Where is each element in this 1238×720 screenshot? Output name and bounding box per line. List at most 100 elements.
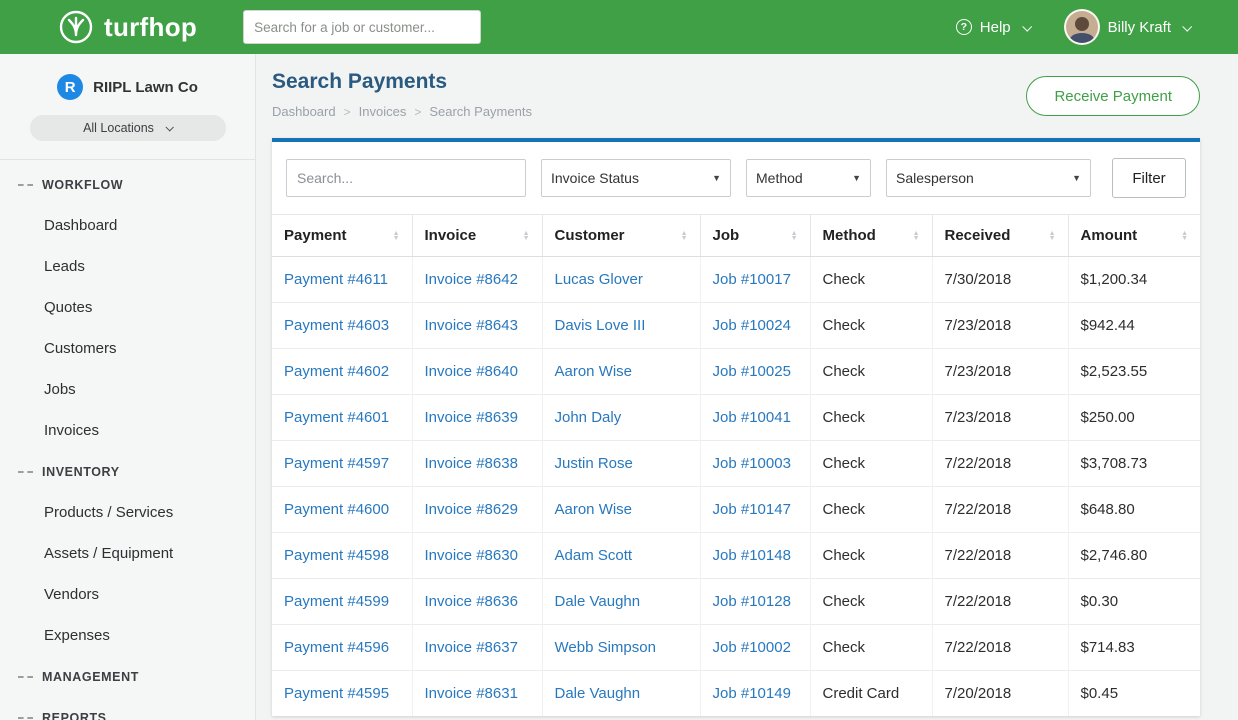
location-selector[interactable]: All Locations — [30, 115, 226, 141]
customer-link[interactable]: Aaron Wise — [555, 501, 633, 518]
payment-link[interactable]: Payment #4611 — [284, 271, 388, 288]
invoice-link[interactable]: Invoice #8638 — [425, 455, 518, 472]
column-header-invoice[interactable]: Invoice▲▼ — [412, 215, 542, 257]
company-logo: R — [57, 74, 83, 100]
column-header-payment[interactable]: Payment▲▼ — [272, 215, 412, 257]
customer-link[interactable]: Webb Simpson — [555, 639, 656, 656]
cell-method: Credit Card — [810, 671, 932, 717]
job-link[interactable]: Job #10128 — [713, 593, 791, 610]
topbar: turfhop ? Help Billy Kraft — [0, 0, 1238, 54]
job-link[interactable]: Job #10002 — [713, 639, 791, 656]
sidebar-item-invoices[interactable]: Invoices — [0, 410, 255, 451]
sidebar-item-jobs[interactable]: Jobs — [0, 369, 255, 410]
customer-link[interactable]: John Daly — [555, 409, 622, 426]
payment-link[interactable]: Payment #4595 — [284, 685, 389, 702]
sidebar-item-products-services[interactable]: Products / Services — [0, 492, 255, 533]
customer-link[interactable]: Justin Rose — [555, 455, 633, 472]
breadcrumb-item[interactable]: Dashboard — [272, 104, 336, 119]
user-name: Billy Kraft — [1108, 19, 1171, 36]
table-search-input[interactable] — [286, 159, 526, 197]
sidebar-item-customers[interactable]: Customers — [0, 328, 255, 369]
customer-link[interactable]: Adam Scott — [555, 547, 633, 564]
job-link[interactable]: Job #10041 — [713, 409, 791, 426]
cell-invoice: Invoice #8629 — [412, 487, 542, 533]
column-header-customer[interactable]: Customer▲▼ — [542, 215, 700, 257]
cell-payment: Payment #4597 — [272, 441, 412, 487]
cell-amount: $714.83 — [1068, 625, 1200, 671]
user-menu[interactable]: Billy Kraft — [1064, 9, 1190, 45]
breadcrumb-item[interactable]: Invoices — [359, 104, 407, 119]
sidebar-section-workflow: WORKFLOW — [0, 164, 255, 205]
salesperson-select[interactable]: Salesperson ▼ — [886, 159, 1091, 197]
cell-received: 7/22/2018 — [932, 625, 1068, 671]
customer-link[interactable]: Lucas Glover — [555, 271, 643, 288]
cell-method: Check — [810, 349, 932, 395]
cell-job: Job #10025 — [700, 349, 810, 395]
payment-link[interactable]: Payment #4597 — [284, 455, 389, 472]
customer-link[interactable]: Dale Vaughn — [555, 685, 641, 702]
job-link[interactable]: Job #10149 — [713, 685, 791, 702]
job-link[interactable]: Job #10147 — [713, 501, 791, 518]
customer-link[interactable]: Dale Vaughn — [555, 593, 641, 610]
payment-link[interactable]: Payment #4603 — [284, 317, 389, 334]
invoice-link[interactable]: Invoice #8629 — [425, 501, 518, 518]
app-logo[interactable]: turfhop — [58, 9, 197, 45]
invoice-link[interactable]: Invoice #8637 — [425, 639, 518, 656]
column-header-received[interactable]: Received▲▼ — [932, 215, 1068, 257]
invoice-link[interactable]: Invoice #8636 — [425, 593, 518, 610]
cell-payment: Payment #4601 — [272, 395, 412, 441]
column-header-method[interactable]: Method▲▼ — [810, 215, 932, 257]
cell-job: Job #10148 — [700, 533, 810, 579]
table-row: Payment #4602 Invoice #8640 Aaron Wise Job … — [272, 349, 1200, 395]
column-header-amount[interactable]: Amount▲▼ — [1068, 215, 1200, 257]
sidebar-item-dashboard[interactable]: Dashboard — [0, 205, 255, 246]
cell-method: Check — [810, 487, 932, 533]
cell-customer: John Daly — [542, 395, 700, 441]
sidebar-item-vendors[interactable]: Vendors — [0, 574, 255, 615]
breadcrumb-separator: > — [344, 105, 351, 119]
cell-received: 7/23/2018 — [932, 349, 1068, 395]
cell-amount: $3,708.73 — [1068, 441, 1200, 487]
payment-link[interactable]: Payment #4600 — [284, 501, 389, 518]
receive-payment-button[interactable]: Receive Payment — [1026, 76, 1200, 116]
help-label: Help — [980, 19, 1011, 36]
sidebar-item-assets-equipment[interactable]: Assets / Equipment — [0, 533, 255, 574]
payment-link[interactable]: Payment #4598 — [284, 547, 389, 564]
invoice-link[interactable]: Invoice #8642 — [425, 271, 518, 288]
cell-amount: $0.45 — [1068, 671, 1200, 717]
invoice-link[interactable]: Invoice #8639 — [425, 409, 518, 426]
payment-link[interactable]: Payment #4596 — [284, 639, 389, 656]
main-content: Search Payments Dashboard>Invoices>Searc… — [256, 54, 1238, 720]
cell-amount: $648.80 — [1068, 487, 1200, 533]
invoice-link[interactable]: Invoice #8643 — [425, 317, 518, 334]
payment-link[interactable]: Payment #4602 — [284, 363, 389, 380]
customer-link[interactable]: Davis Love III — [555, 317, 646, 334]
cell-payment: Payment #4595 — [272, 671, 412, 717]
sidebar-nav: WORKFLOWDashboardLeadsQuotesCustomersJob… — [0, 160, 255, 720]
method-select[interactable]: Method ▼ — [746, 159, 871, 197]
invoice-status-select[interactable]: Invoice Status ▼ — [541, 159, 731, 197]
job-link[interactable]: Job #10148 — [713, 547, 791, 564]
cell-payment: Payment #4602 — [272, 349, 412, 395]
payment-link[interactable]: Payment #4601 — [284, 409, 389, 426]
help-menu[interactable]: ? Help — [956, 19, 1030, 36]
global-search-input[interactable] — [243, 10, 481, 44]
sidebar-item-expenses[interactable]: Expenses — [0, 615, 255, 656]
cell-invoice: Invoice #8642 — [412, 257, 542, 303]
sidebar-item-leads[interactable]: Leads — [0, 246, 255, 287]
customer-link[interactable]: Aaron Wise — [555, 363, 633, 380]
column-header-job[interactable]: Job▲▼ — [700, 215, 810, 257]
invoice-link[interactable]: Invoice #8631 — [425, 685, 518, 702]
cell-job: Job #10128 — [700, 579, 810, 625]
invoice-link[interactable]: Invoice #8630 — [425, 547, 518, 564]
job-link[interactable]: Job #10024 — [713, 317, 791, 334]
select-caret-icon: ▼ — [712, 173, 721, 183]
invoice-link[interactable]: Invoice #8640 — [425, 363, 518, 380]
sidebar-item-quotes[interactable]: Quotes — [0, 287, 255, 328]
table-row: Payment #4595 Invoice #8631 Dale Vaughn Job… — [272, 671, 1200, 717]
filter-button[interactable]: Filter — [1112, 158, 1186, 198]
job-link[interactable]: Job #10025 — [713, 363, 791, 380]
job-link[interactable]: Job #10003 — [713, 455, 791, 472]
job-link[interactable]: Job #10017 — [713, 271, 791, 288]
payment-link[interactable]: Payment #4599 — [284, 593, 389, 610]
